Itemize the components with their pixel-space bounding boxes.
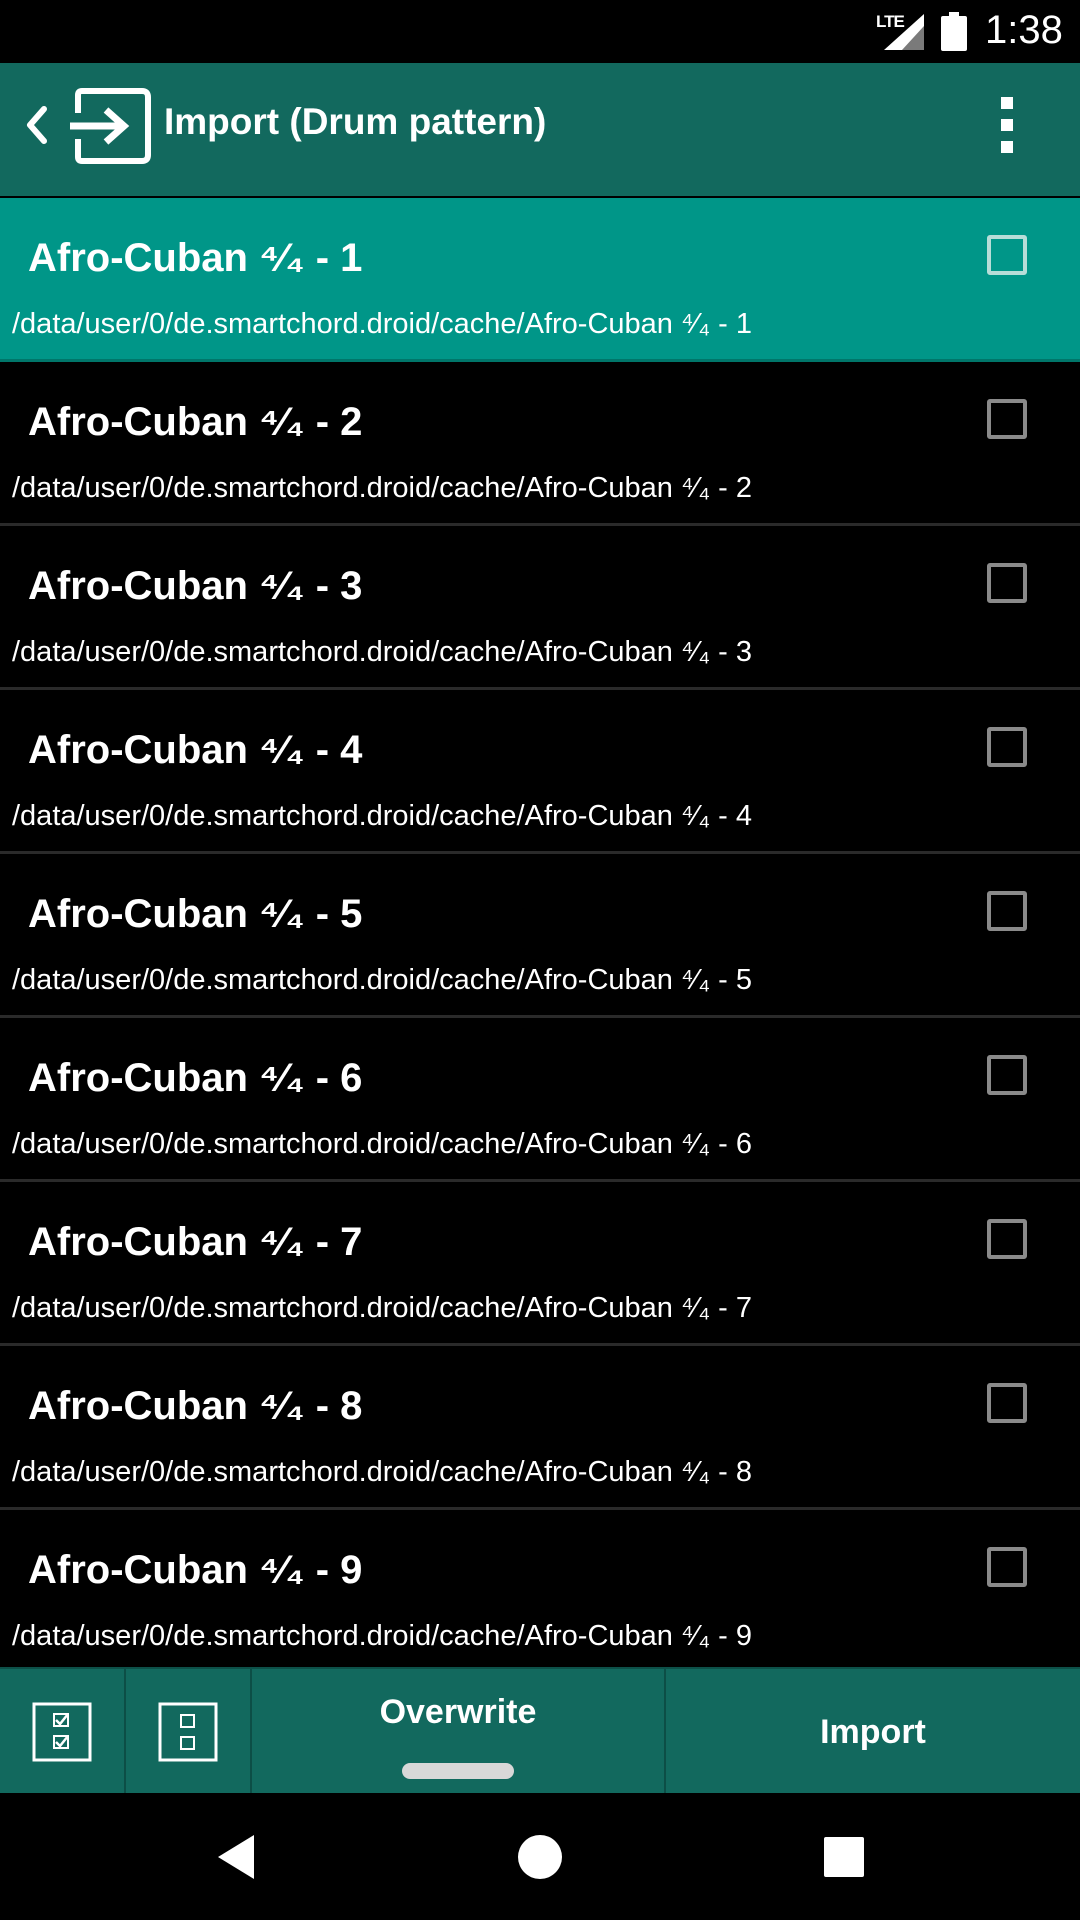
import-file-list: Afro-Cuban ⁴⁄₄ - 1 /data/user/0/de.smart…: [0, 198, 1080, 1674]
item-checkbox[interactable]: [987, 1219, 1027, 1259]
recents-icon[interactable]: [816, 1829, 872, 1885]
import-button[interactable]: Import: [666, 1669, 1080, 1795]
page-title: Import (Drum pattern): [164, 101, 547, 142]
chevron-left-icon[interactable]: [22, 99, 50, 151]
clock: 1:38: [985, 8, 1063, 52]
list-item[interactable]: Afro-Cuban ⁴⁄₄ - 6 /data/user/0/de.smart…: [0, 1018, 1080, 1182]
select-all-button[interactable]: [0, 1669, 126, 1795]
import-label: Import: [820, 1713, 926, 1751]
item-name: Afro-Cuban ⁴⁄₄ - 9: [28, 1548, 363, 1592]
item-path: /data/user/0/de.smartchord.droid/cache/A…: [12, 1456, 753, 1488]
list-item[interactable]: Afro-Cuban ⁴⁄₄ - 4 /data/user/0/de.smart…: [0, 690, 1080, 854]
back-icon[interactable]: [210, 1829, 266, 1885]
list-item[interactable]: Afro-Cuban ⁴⁄₄ - 3 /data/user/0/de.smart…: [0, 526, 1080, 690]
overwrite-label: Overwrite: [379, 1693, 537, 1731]
item-name: Afro-Cuban ⁴⁄₄ - 4: [28, 728, 363, 772]
item-path: /data/user/0/de.smartchord.droid/cache/A…: [12, 636, 753, 668]
item-path: /data/user/0/de.smartchord.droid/cache/A…: [12, 472, 753, 504]
list-item[interactable]: Afro-Cuban ⁴⁄₄ - 7 /data/user/0/de.smart…: [0, 1182, 1080, 1346]
list-item[interactable]: Afro-Cuban ⁴⁄₄ - 9 /data/user/0/de.smart…: [0, 1510, 1080, 1674]
list-item[interactable]: Afro-Cuban ⁴⁄₄ - 1 /data/user/0/de.smart…: [0, 198, 1080, 362]
deselect-all-icon: [158, 1702, 218, 1762]
item-path: /data/user/0/de.smartchord.droid/cache/A…: [12, 1620, 753, 1652]
list-item[interactable]: Afro-Cuban ⁴⁄₄ - 5 /data/user/0/de.smart…: [0, 854, 1080, 1018]
item-checkbox[interactable]: [987, 399, 1027, 439]
item-path: /data/user/0/de.smartchord.droid/cache/A…: [12, 1128, 753, 1160]
item-path: /data/user/0/de.smartchord.droid/cache/A…: [12, 1292, 753, 1324]
import-icon: [70, 88, 151, 164]
overflow-menu-icon[interactable]: [996, 97, 1018, 157]
app-bar: Import (Drum pattern): [0, 63, 1080, 196]
overwrite-toggle[interactable]: Overwrite: [252, 1669, 666, 1795]
battery-icon: [941, 12, 967, 51]
list-item[interactable]: Afro-Cuban ⁴⁄₄ - 2 /data/user/0/de.smart…: [0, 362, 1080, 526]
home-icon[interactable]: [512, 1829, 568, 1885]
item-name: Afro-Cuban ⁴⁄₄ - 8: [28, 1384, 363, 1428]
item-checkbox[interactable]: [987, 891, 1027, 931]
item-path: /data/user/0/de.smartchord.droid/cache/A…: [12, 308, 753, 340]
select-all-icon: [32, 1702, 92, 1762]
overwrite-switch[interactable]: [402, 1763, 514, 1779]
item-checkbox[interactable]: [987, 727, 1027, 767]
item-name: Afro-Cuban ⁴⁄₄ - 3: [28, 564, 363, 608]
item-name: Afro-Cuban ⁴⁄₄ - 6: [28, 1056, 363, 1100]
deselect-all-button[interactable]: [126, 1669, 252, 1795]
system-nav-bar: [0, 1793, 1080, 1920]
item-checkbox[interactable]: [987, 563, 1027, 603]
item-path: /data/user/0/de.smartchord.droid/cache/A…: [12, 964, 753, 996]
item-checkbox[interactable]: [987, 1383, 1027, 1423]
item-name: Afro-Cuban ⁴⁄₄ - 2: [28, 400, 363, 444]
item-name: Afro-Cuban ⁴⁄₄ - 5: [28, 892, 363, 936]
item-path: /data/user/0/de.smartchord.droid/cache/A…: [12, 800, 753, 832]
status-bar: LTE 1:38: [0, 0, 1080, 63]
signal-icon: [884, 14, 924, 50]
item-name: Afro-Cuban ⁴⁄₄ - 1: [28, 236, 363, 280]
item-checkbox[interactable]: [987, 1547, 1027, 1587]
item-checkbox[interactable]: [987, 1055, 1027, 1095]
bottom-toolbar: Overwrite Import: [0, 1667, 1080, 1795]
list-item[interactable]: Afro-Cuban ⁴⁄₄ - 8 /data/user/0/de.smart…: [0, 1346, 1080, 1510]
item-checkbox[interactable]: [987, 235, 1027, 275]
item-name: Afro-Cuban ⁴⁄₄ - 7: [28, 1220, 363, 1264]
